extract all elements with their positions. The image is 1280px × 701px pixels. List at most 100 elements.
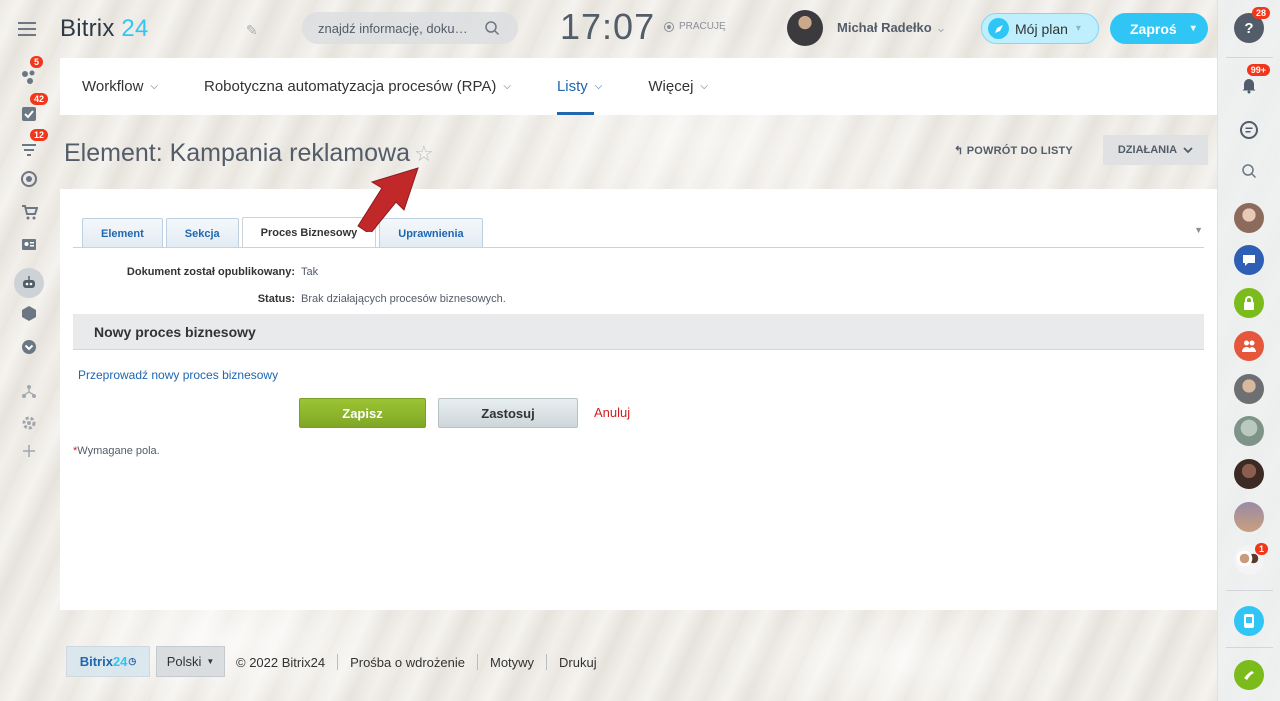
chevron-down-icon: ⌵	[700, 81, 708, 92]
footer-link-themes[interactable]: Motywy	[490, 655, 534, 670]
invite-button[interactable]: Zaproś ▾	[1110, 13, 1208, 44]
cancel-link[interactable]: Anuluj	[594, 405, 630, 420]
status-value: Brak działających procesów biznesowych.	[301, 293, 506, 305]
user-menu[interactable]: Michał Radełko ⌄	[837, 20, 947, 36]
chevron-down-icon	[1183, 147, 1193, 154]
avatar[interactable]	[1234, 416, 1264, 446]
collapse-triangle-icon[interactable]: ▼	[1194, 225, 1203, 235]
record-icon	[664, 21, 674, 32]
sitemap-icon[interactable]	[18, 381, 40, 403]
divider	[1226, 57, 1273, 58]
actions-button[interactable]: DZIAŁANIA	[1103, 135, 1208, 165]
chevron-down-icon: ⌵	[503, 81, 511, 92]
published-value: Tak	[301, 266, 319, 278]
activity-stream-icon[interactable]: 5	[18, 56, 44, 88]
nav-item-lists[interactable]: Listy ⌵	[556, 58, 603, 115]
tasks-badge: 42	[30, 93, 49, 105]
avatar[interactable]	[1234, 459, 1264, 489]
form-card: Element Sekcja Proces Biznesowy Uprawnie…	[60, 189, 1217, 610]
chevron-down-icon: ▾	[1190, 23, 1196, 34]
page-title: Element: Kampania reklamowa ☆	[64, 139, 434, 168]
group-chat-icon[interactable]	[1234, 245, 1264, 275]
published-label: Dokument został opublikowany:	[126, 266, 295, 278]
avatar[interactable]	[1234, 203, 1264, 233]
apply-button[interactable]: Zastosuj	[438, 398, 578, 428]
contact-card-icon[interactable]	[18, 233, 40, 255]
divider	[1226, 647, 1273, 648]
caret-down-icon: ⌄	[935, 20, 947, 35]
pencil-icon[interactable]: ✎	[246, 22, 258, 39]
cart-icon[interactable]	[18, 201, 40, 223]
plus-icon[interactable]	[18, 440, 40, 462]
annotation-arrow-icon	[357, 167, 419, 232]
avatar[interactable]: 1	[1234, 543, 1268, 575]
footer-logo-text: Bitrix	[79, 654, 113, 669]
gear-icon[interactable]	[18, 412, 40, 434]
nav-label: Robotyczna automatyzacja procesów (RPA)	[204, 78, 497, 95]
search-icon[interactable]	[1234, 156, 1264, 186]
nav-label: Listy	[556, 78, 588, 95]
nav-item-rpa[interactable]: Robotyczna automatyzacja procesów (RPA) ⌵	[204, 58, 511, 115]
notifications-badge: 99+	[1246, 64, 1270, 76]
tab-section[interactable]: Sekcja	[165, 218, 239, 248]
avatar[interactable]	[1234, 502, 1264, 532]
crm-filter-icon[interactable]: 12	[18, 129, 49, 161]
left-sidebar: 5 42 12	[0, 0, 58, 701]
footer-link-implementation[interactable]: Prośba o wdrożenie	[350, 655, 465, 670]
language-label: Polski	[166, 654, 202, 669]
footer-logo[interactable]: Bitrix 24 ◷	[66, 646, 150, 677]
start-business-process-link[interactable]: Przeprowadź nowy proces biznesowy	[78, 368, 278, 382]
star-icon[interactable]: ☆	[414, 141, 434, 166]
clock[interactable]: 17:07	[560, 6, 655, 48]
bitrix24-logo[interactable]: Bitrix 24	[60, 15, 149, 43]
tasks-icon[interactable]: 42	[18, 93, 49, 125]
chat-icon[interactable]	[1234, 115, 1264, 145]
logo-text: Bitrix	[60, 15, 115, 42]
back-to-list-link[interactable]: ↰ POWRÓT DO LISTY	[954, 144, 1073, 157]
crm-badge: 12	[30, 129, 49, 141]
my-plan-label: Mój plan	[1015, 20, 1068, 37]
footer-logo-number: 24	[112, 654, 128, 669]
work-status-label: PRACUJĘ	[679, 21, 726, 32]
help-badge: 28	[1251, 7, 1270, 19]
chevron-circle-icon[interactable]	[18, 336, 40, 358]
help-icon[interactable]: ? 28	[1234, 7, 1270, 43]
save-button[interactable]: Zapisz	[299, 398, 426, 428]
back-arrow-icon: ↰	[954, 145, 967, 157]
avatar[interactable]	[787, 10, 823, 46]
right-sidebar: ? 28 99+ 1	[1217, 0, 1280, 701]
nav-item-workflow[interactable]: Workflow ⌵	[82, 58, 158, 115]
footer-link-print[interactable]: Drukuj	[559, 655, 597, 670]
clock-icon: ◷	[128, 656, 137, 666]
tab-element[interactable]: Element	[82, 218, 163, 248]
box-icon[interactable]	[18, 302, 40, 324]
lock-icon[interactable]	[1234, 288, 1264, 318]
user-name: Michał Radełko	[837, 20, 932, 35]
tabs-divider	[73, 247, 1204, 248]
robot-icon[interactable]	[14, 268, 44, 298]
published-row: Dokument został opublikowany: Tak	[60, 266, 318, 278]
chevron-down-icon: ▾	[1075, 23, 1081, 34]
actions-label: DZIAŁANIA	[1117, 144, 1178, 156]
language-selector[interactable]: Polski ▼	[156, 646, 225, 677]
divider	[337, 654, 339, 670]
mobile-app-icon[interactable]	[1234, 606, 1264, 636]
required-note-text: Wymagane pola.	[77, 445, 160, 457]
page-title-text: Element: Kampania reklamowa	[64, 139, 410, 167]
my-plan-button[interactable]: Mój plan ▾	[981, 13, 1099, 44]
chevron-down-icon: ⌵	[594, 81, 603, 92]
search-icon[interactable]	[484, 20, 500, 36]
search-input[interactable]	[318, 20, 468, 36]
nav-item-more[interactable]: Więcej ⌵	[648, 58, 708, 115]
chevron-down-icon: ⌵	[150, 81, 158, 92]
users-icon[interactable]	[1234, 331, 1264, 361]
hamburger-menu-icon[interactable]	[18, 22, 36, 36]
work-status[interactable]: PRACUJĘ	[664, 21, 726, 32]
phone-icon[interactable]	[1234, 660, 1264, 690]
avatar[interactable]	[1234, 374, 1264, 404]
bell-icon[interactable]: 99+	[1234, 64, 1270, 100]
divider	[546, 654, 548, 670]
back-link-label: POWRÓT DO LISTY	[966, 145, 1073, 157]
target-icon[interactable]	[18, 168, 40, 190]
nav-label: Workflow	[82, 78, 144, 95]
